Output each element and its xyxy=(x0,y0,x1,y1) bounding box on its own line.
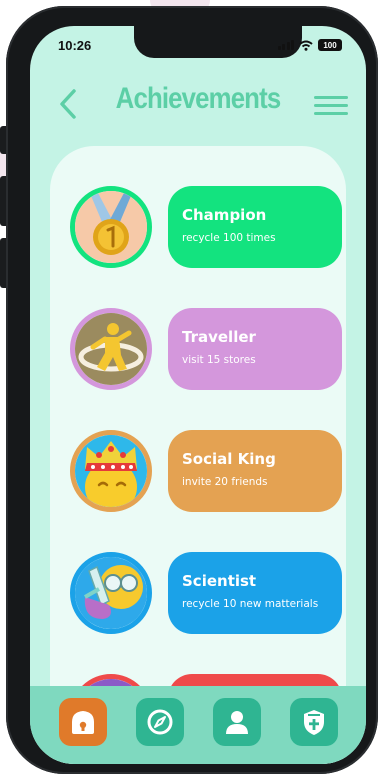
phone-frame: 10:26 100 Achievements Champion recycle … xyxy=(0,6,378,774)
achievement-pill: Traveller visit 15 stores xyxy=(168,308,342,390)
nav-safety-button[interactable] xyxy=(289,698,338,746)
volume-down-button xyxy=(0,238,6,288)
medal-icon xyxy=(70,186,152,268)
achievement-item[interactable]: Social King invite 20 friends xyxy=(70,430,342,512)
header: Achievements xyxy=(30,76,366,126)
achievement-subtitle: recycle 10 new matterials xyxy=(182,598,319,610)
achievement-item[interactable]: Traveller visit 15 stores xyxy=(70,308,342,390)
achievement-title: Traveller xyxy=(182,328,256,346)
achievement-title: Social King xyxy=(182,450,276,468)
menu-button[interactable] xyxy=(314,96,348,116)
achievement-title: Champion xyxy=(182,206,267,224)
profile-icon xyxy=(225,711,248,734)
achievement-pill: Social King invite 20 friends xyxy=(168,430,342,512)
hamburger-line xyxy=(314,112,348,115)
achievement-item[interactable]: Scientist recycle 10 new matterials xyxy=(70,552,342,634)
shield-icon xyxy=(303,710,324,735)
app-screen: 10:26 100 Achievements Champion recycle … xyxy=(30,26,366,764)
traveller-icon xyxy=(70,308,152,390)
crown-icon xyxy=(70,430,152,512)
status-time: 10:26 xyxy=(58,38,92,53)
achievement-subtitle: visit 15 stores xyxy=(182,354,256,366)
wifi-icon xyxy=(299,40,313,51)
achievement-item[interactable]: Champion recycle 100 times xyxy=(70,186,342,268)
bottom-navigation xyxy=(30,686,366,764)
mute-switch xyxy=(0,126,6,154)
achievement-subtitle: invite 20 friends xyxy=(182,476,268,488)
status-icons: 100 xyxy=(277,39,342,51)
hamburger-icon xyxy=(314,96,348,99)
achievement-title: Scientist xyxy=(182,572,257,590)
compass-icon xyxy=(147,709,172,735)
achievement-pill: Scientist recycle 10 new matterials xyxy=(168,552,342,634)
volume-up-button xyxy=(0,176,6,226)
battery-icon: 100 xyxy=(318,39,342,51)
nav-home-button[interactable] xyxy=(58,698,107,746)
science-icon xyxy=(70,552,152,634)
nav-explore-button[interactable] xyxy=(135,698,184,746)
home-icon xyxy=(71,711,94,734)
page-title: Achievements xyxy=(115,82,281,115)
achievement-pill: Champion recycle 100 times xyxy=(168,186,342,268)
signal-icon xyxy=(277,40,294,50)
achievement-subtitle: recycle 100 times xyxy=(182,232,276,244)
hamburger-line xyxy=(314,104,348,107)
nav-profile-button[interactable] xyxy=(212,698,261,746)
